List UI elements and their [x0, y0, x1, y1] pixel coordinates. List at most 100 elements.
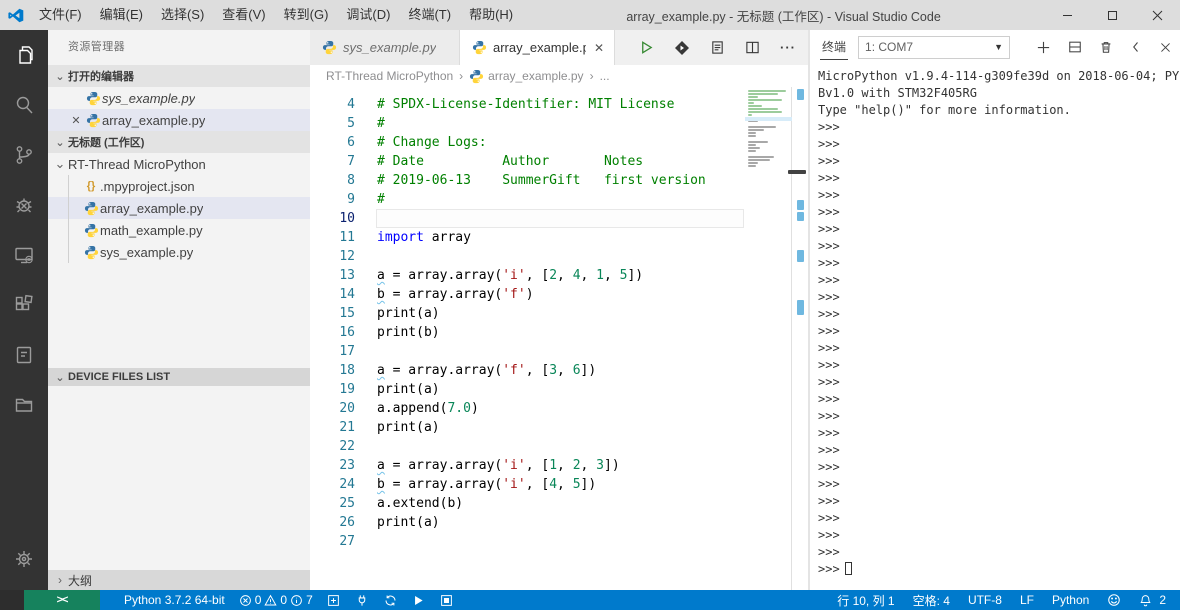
window-title: array_example.py - 无标题 (工作区) - Visual St…: [626, 9, 941, 24]
menu-终端(T)[interactable]: 终端(T): [399, 0, 460, 30]
breadcrumb-item[interactable]: ...: [600, 69, 610, 83]
menu-编辑(E)[interactable]: 编辑(E): [91, 0, 152, 30]
tree-folder-rtthread[interactable]: ⌄ RT-Thread MicroPython: [48, 153, 310, 175]
menu-帮助(H)[interactable]: 帮助(H): [460, 0, 522, 30]
plus-icon[interactable]: [1036, 40, 1051, 55]
plug-icon[interactable]: [350, 590, 374, 610]
breadcrumb-item[interactable]: RT-Thread MicroPython: [326, 69, 453, 83]
terminal-line: Type "help()" for more information.: [818, 103, 1071, 117]
ruler-decoration: [797, 200, 804, 210]
ruler-decoration: [788, 170, 806, 174]
gear-icon[interactable]: [0, 534, 48, 584]
minimize-icon[interactable]: [1045, 0, 1090, 30]
open-editor-item[interactable]: ✕sys_example.py: [48, 87, 310, 109]
python-version[interactable]: Python 3.7.2 64-bit: [118, 590, 231, 610]
indent-guide: [68, 241, 82, 263]
code-editor[interactable]: 4 5 6 7 8 9 10 11 12 13 14 15 16 17 18 19 20 21 22 23 24 25 26…: [310, 87, 808, 590]
maximize-icon[interactable]: [1090, 0, 1135, 30]
breadcrumb-item[interactable]: array_example.py: [469, 69, 584, 84]
tree-file-item[interactable]: {} .mpyproject.json: [48, 175, 310, 197]
breadcrumb[interactable]: RT-Thread MicroPython › array_example.py ›.…: [310, 65, 808, 87]
tree-file-item[interactable]: sys_example.py: [48, 241, 310, 263]
run-icon[interactable]: [639, 40, 654, 55]
terminal-prompt-line: >>>: [818, 561, 1180, 578]
menu-转到(G)[interactable]: 转到(G): [275, 0, 338, 30]
device-icon[interactable]: [0, 230, 48, 280]
document-icon[interactable]: [710, 40, 725, 55]
open-editor-item[interactable]: ✕ array_example.py: [48, 109, 310, 131]
cursor-position[interactable]: 行 10, 列 1: [831, 590, 900, 610]
search-icon[interactable]: [0, 80, 48, 130]
terminal-prompt-line: >>>: [818, 205, 840, 219]
menu-文件(F)[interactable]: 文件(F): [30, 0, 91, 30]
indentation[interactable]: 空格: 4: [907, 590, 956, 610]
menu-调试(D)[interactable]: 调试(D): [337, 0, 399, 30]
sync-icon[interactable]: [378, 590, 403, 610]
minimap-line: [748, 93, 778, 95]
chevron-right-icon: ›: [58, 573, 62, 587]
minimap-line: [748, 126, 776, 128]
open-editors-header[interactable]: ⌄ 打开的编辑器: [48, 65, 310, 87]
close-icon[interactable]: [1159, 41, 1172, 54]
run-icon[interactable]: [407, 590, 430, 610]
stop-icon[interactable]: [434, 590, 459, 610]
notifications-bell-icon[interactable]: 2: [1133, 590, 1172, 610]
report-icon[interactable]: [0, 330, 48, 380]
trash-icon[interactable]: [1099, 40, 1113, 54]
code-content[interactable]: # SPDX-License-Identifier: MIT License # #…: [368, 87, 745, 590]
workspace-header[interactable]: ⌄ 无标题 (工作区): [48, 131, 310, 153]
device-files-header[interactable]: ⌄ DEVICE FILES LIST: [48, 368, 310, 386]
code-line: a = array.array('f', [3, 6]): [377, 363, 597, 378]
terminal-prompt-line: >>>: [818, 137, 840, 151]
line-number: 12: [339, 249, 355, 264]
menu-查看(V)[interactable]: 查看(V): [213, 0, 274, 30]
code-line: a = array.array('i', [2, 4, 1, 5]): [377, 268, 644, 283]
line-number: 26: [339, 515, 355, 530]
feedback-smiley-icon[interactable]: [1101, 590, 1127, 610]
eol-sequence[interactable]: LF: [1014, 590, 1040, 610]
split-terminal-icon[interactable]: [1068, 40, 1082, 54]
editor-tab-sys_example.py[interactable]: sys_example.py: [310, 30, 460, 65]
encoding[interactable]: UTF-8: [962, 590, 1008, 610]
terminal-output[interactable]: MicroPython v1.9.4-114-g309fe39d on 2018…: [810, 64, 1180, 590]
terminal-tab[interactable]: 终端: [820, 34, 849, 60]
more-actions-icon[interactable]: ···: [780, 40, 796, 55]
editor-tab-array_example.py[interactable]: array_example.py ✕: [460, 30, 615, 65]
close-icon[interactable]: [1135, 0, 1180, 30]
add-box-icon[interactable]: [321, 590, 346, 610]
minimap-line: [748, 144, 756, 146]
folder-name: RT-Thread MicroPython: [68, 156, 206, 172]
tree-file-item[interactable]: array_example.py: [48, 197, 310, 219]
warning-icon: [264, 594, 278, 607]
terminal-prompt-line: >>>: [818, 256, 840, 270]
remote-indicator[interactable]: ><: [24, 590, 100, 610]
overview-ruler[interactable]: [788, 87, 808, 590]
close-icon[interactable]: ✕: [68, 114, 84, 127]
split-editor-icon[interactable]: [745, 40, 760, 55]
extensions-icon[interactable]: [0, 280, 48, 330]
language-mode[interactable]: Python: [1046, 590, 1095, 610]
line-number: 6: [347, 135, 355, 150]
chevron-left-icon[interactable]: [1130, 41, 1142, 53]
terminal-select[interactable]: 1: COM7 ▼: [858, 35, 1011, 59]
dropdown-arrow-icon: ▼: [994, 42, 1004, 52]
tree-file-item[interactable]: math_example.py: [48, 219, 310, 241]
line-number: 14: [339, 287, 355, 302]
outline-label: 大纲: [68, 573, 93, 588]
problems-indicator[interactable]: 0 0 7: [235, 593, 317, 607]
code-line: # Change Logs:: [377, 135, 487, 150]
source-control-icon[interactable]: [0, 130, 48, 180]
outline-header[interactable]: › 大纲: [48, 570, 310, 590]
explorer-icon[interactable]: [0, 30, 48, 80]
debug-icon[interactable]: [0, 180, 48, 230]
folder-icon[interactable]: [0, 380, 48, 430]
code-line: print(a): [377, 420, 440, 435]
menu-选择(S)[interactable]: 选择(S): [152, 0, 213, 30]
build-icon[interactable]: [674, 40, 690, 56]
close-icon[interactable]: ✕: [594, 41, 604, 55]
python-file-icon: [84, 91, 102, 106]
minimap[interactable]: [745, 87, 792, 590]
